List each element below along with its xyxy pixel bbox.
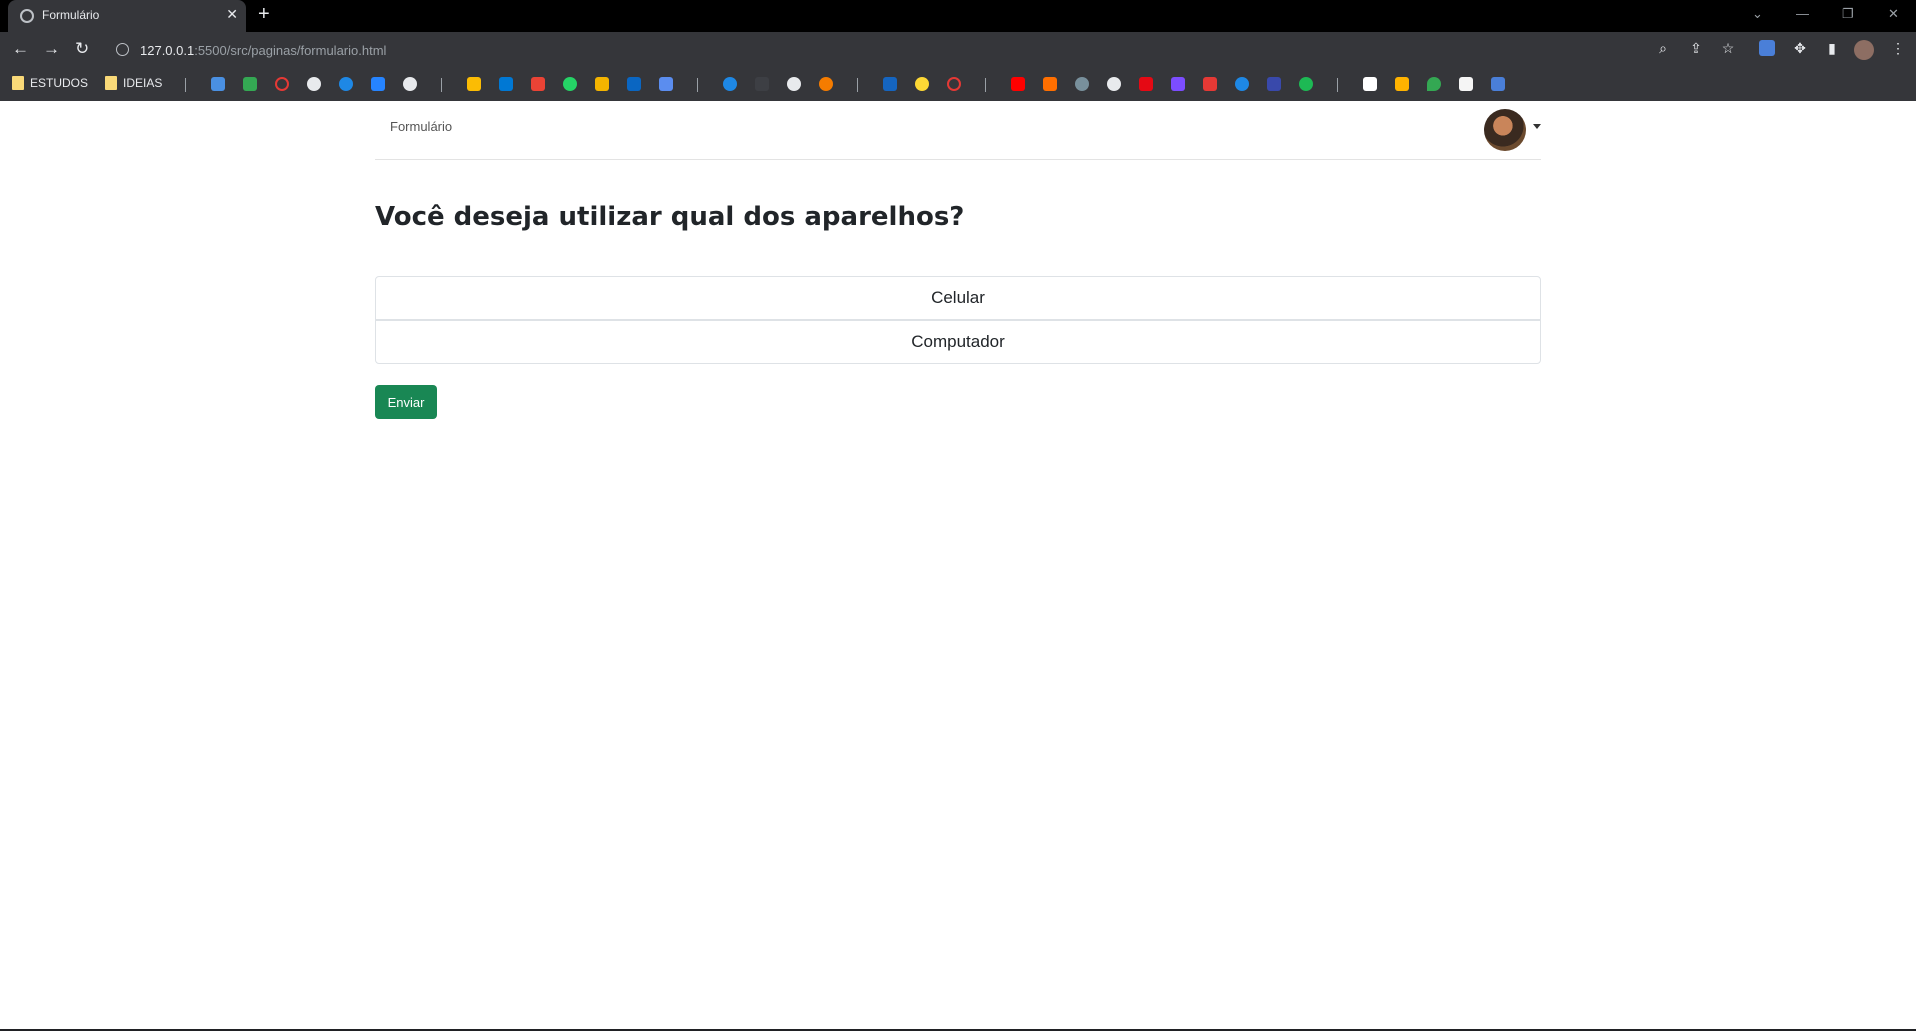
youtube-icon[interactable] bbox=[1011, 77, 1025, 91]
bookmark-separator bbox=[857, 78, 858, 92]
extensions-icon[interactable]: ✥ bbox=[1792, 40, 1808, 56]
bookmark-icon[interactable] bbox=[211, 77, 225, 91]
globe-bookmark-icon[interactable] bbox=[1107, 77, 1121, 91]
folder-icon bbox=[105, 76, 117, 90]
menu-icon[interactable]: ⋮ bbox=[1890, 40, 1906, 56]
translate-bookmark-icon[interactable] bbox=[1491, 77, 1505, 91]
bookmark-folder-ideias[interactable]: IDEIAS bbox=[105, 76, 162, 90]
bookmark-icon[interactable] bbox=[659, 77, 673, 91]
bookmark-icon[interactable] bbox=[1267, 77, 1281, 91]
bookmark-icon[interactable] bbox=[883, 77, 897, 91]
site-info-icon[interactable] bbox=[116, 43, 129, 56]
bookmark-icon[interactable] bbox=[819, 77, 833, 91]
user-avatar[interactable] bbox=[1484, 109, 1526, 151]
forward-icon[interactable]: → bbox=[43, 39, 60, 59]
translate-icon[interactable] bbox=[1759, 40, 1775, 56]
form-question: Você deseja utilizar qual dos aparelhos? bbox=[375, 202, 965, 232]
bookmark-icon[interactable] bbox=[1395, 77, 1409, 91]
bookmark-separator bbox=[985, 78, 986, 92]
zoom-icon[interactable]: ⌕ bbox=[1655, 40, 1671, 56]
browser-toolbar: ← → ↻ 127.0.0.1:5500/src/paginas/formula… bbox=[0, 32, 1916, 68]
tab-search-icon[interactable]: ⌄ bbox=[1752, 6, 1763, 22]
bookmark-icon[interactable] bbox=[947, 77, 961, 91]
bookmark-icon[interactable] bbox=[1075, 77, 1089, 91]
minimize-icon[interactable]: — bbox=[1796, 6, 1809, 21]
drive-icon[interactable] bbox=[467, 77, 481, 91]
bookmark-icon[interactable] bbox=[915, 77, 929, 91]
restore-icon[interactable]: ❐ bbox=[1842, 6, 1854, 22]
share-icon[interactable]: ⇪ bbox=[1688, 40, 1704, 56]
bookmark-icon[interactable] bbox=[1171, 77, 1185, 91]
maps-icon[interactable] bbox=[1427, 77, 1441, 91]
spotify-icon[interactable] bbox=[1299, 77, 1313, 91]
bookmark-icon[interactable] bbox=[1043, 77, 1057, 91]
bookmark-icon[interactable] bbox=[755, 77, 769, 91]
bookmark-icon[interactable] bbox=[595, 77, 609, 91]
bookmark-folder-estudos[interactable]: ESTUDOS bbox=[12, 76, 88, 90]
page-content: Formulário Você deseja utilizar qual dos… bbox=[0, 101, 1916, 1031]
bookmark-icon[interactable] bbox=[243, 77, 257, 91]
submit-button[interactable]: Enviar bbox=[375, 385, 437, 419]
reload-icon[interactable]: ↻ bbox=[75, 39, 89, 59]
globe-bookmark-icon[interactable] bbox=[307, 77, 321, 91]
bookmarks-bar: ESTUDOS IDEIAS bbox=[0, 68, 1916, 101]
whatsapp-icon[interactable] bbox=[563, 77, 577, 91]
cloud-bookmark-icon[interactable] bbox=[339, 77, 353, 91]
url-text: 127.0.0.1:5500/src/paginas/formulario.ht… bbox=[140, 43, 387, 58]
address-bar[interactable]: 127.0.0.1:5500/src/paginas/formulario.ht… bbox=[108, 36, 1638, 64]
browser-chrome: Formulário ✕ + ⌄ — ❐ ✕ ← → ↻ 127.0.0.1:5… bbox=[0, 0, 1916, 101]
bookmark-icon[interactable] bbox=[371, 77, 385, 91]
side-panel-icon[interactable]: ▮ bbox=[1824, 40, 1840, 56]
bookmark-separator bbox=[1337, 78, 1338, 92]
github-icon[interactable] bbox=[787, 77, 801, 91]
bookmark-icon[interactable] bbox=[275, 77, 289, 91]
option-celular[interactable]: Celular bbox=[375, 276, 1541, 320]
tab-formulario[interactable]: Formulário ✕ bbox=[8, 0, 246, 32]
bookmark-star-icon[interactable]: ☆ bbox=[1720, 40, 1736, 56]
bookmark-icon[interactable] bbox=[1235, 77, 1249, 91]
tab-title: Formulário bbox=[42, 8, 100, 22]
bookmark-separator bbox=[441, 78, 442, 92]
profile-avatar-icon[interactable] bbox=[1854, 40, 1874, 60]
option-computador[interactable]: Computador bbox=[375, 320, 1541, 364]
linkedin-icon[interactable] bbox=[627, 77, 641, 91]
tab-strip: Formulário ✕ + ⌄ — ❐ ✕ bbox=[0, 0, 1916, 32]
folder-icon bbox=[12, 76, 24, 90]
gmail-icon[interactable] bbox=[531, 77, 545, 91]
github-icon[interactable] bbox=[403, 77, 417, 91]
bookmark-icon[interactable] bbox=[1203, 77, 1217, 91]
new-tab-button[interactable]: + bbox=[258, 3, 270, 26]
bookmark-icon[interactable] bbox=[723, 77, 737, 91]
amazon-icon[interactable] bbox=[1363, 77, 1377, 91]
navbar: Formulário bbox=[375, 101, 1541, 160]
back-icon[interactable]: ← bbox=[12, 39, 29, 59]
chevron-down-icon[interactable] bbox=[1533, 124, 1541, 129]
bookmark-icon[interactable] bbox=[1459, 77, 1473, 91]
globe-icon bbox=[20, 9, 34, 23]
navbar-brand[interactable]: Formulário bbox=[390, 119, 452, 134]
netflix-icon[interactable] bbox=[1139, 77, 1153, 91]
outlook-icon[interactable] bbox=[499, 77, 513, 91]
bookmark-separator bbox=[185, 78, 186, 92]
window-close-icon[interactable]: ✕ bbox=[1888, 6, 1899, 22]
close-icon[interactable]: ✕ bbox=[226, 6, 238, 23]
bookmark-separator bbox=[697, 78, 698, 92]
